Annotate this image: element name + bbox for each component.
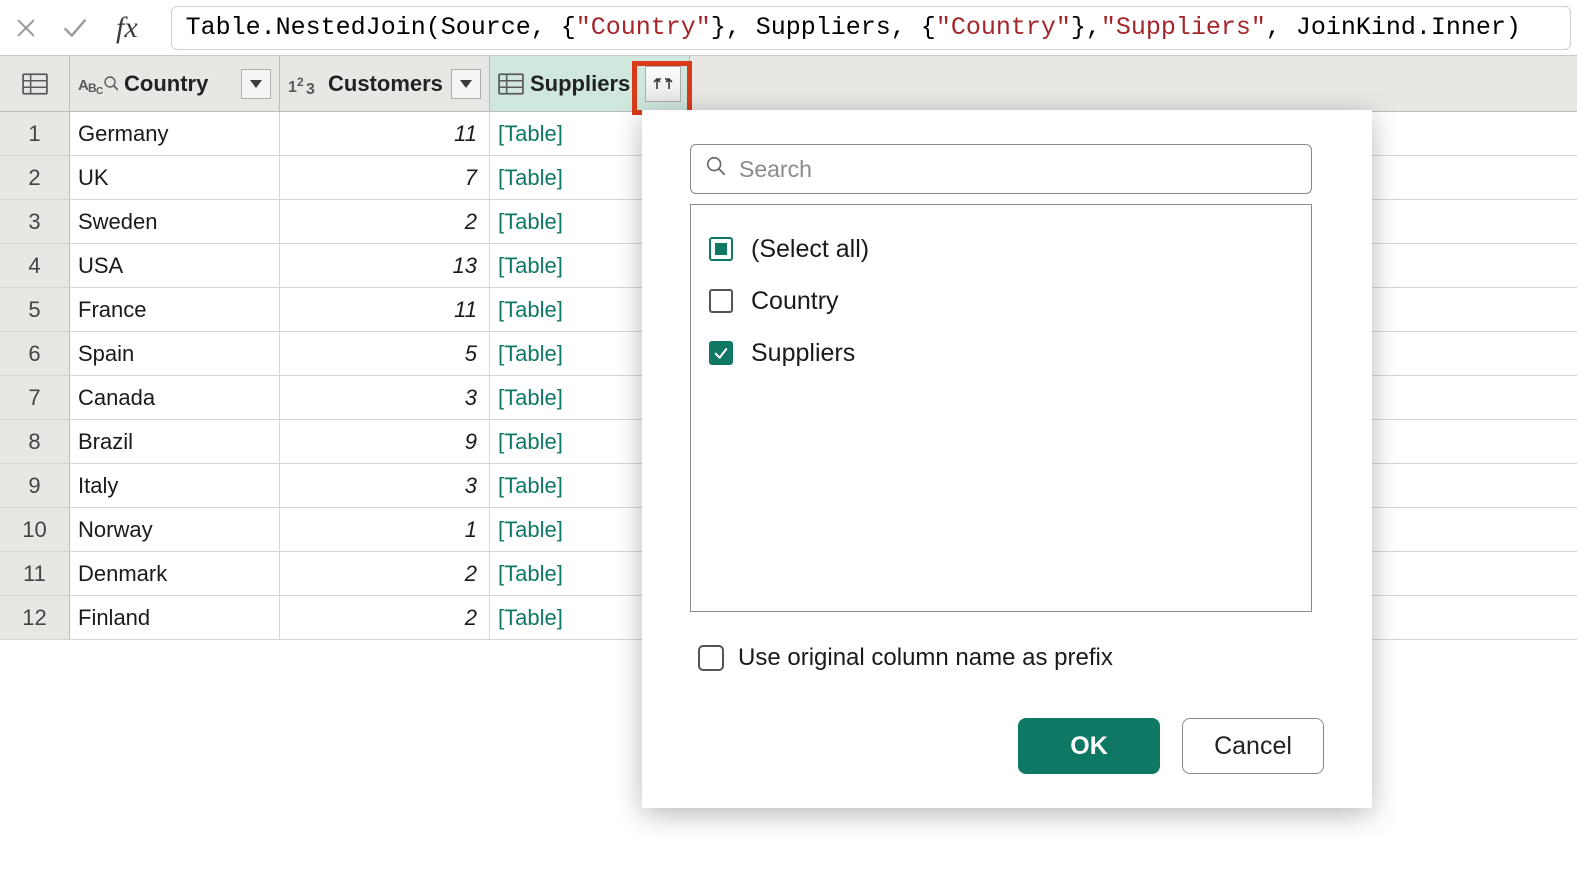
svg-text:1: 1 [288, 79, 297, 96]
formula-part: }, [1071, 13, 1101, 42]
row-index[interactable]: 11 [0, 552, 70, 596]
column-option-suppliers[interactable]: Suppliers [709, 327, 1293, 379]
row-index[interactable]: 8 [0, 420, 70, 464]
country-cell[interactable]: Germany [70, 112, 280, 156]
formula-part: "Country" [936, 13, 1071, 42]
prefix-label: Use original column name as prefix [738, 644, 1113, 672]
expand-column-button[interactable] [645, 66, 681, 102]
country-cell[interactable]: Italy [70, 464, 280, 508]
prefix-checkbox[interactable] [698, 645, 724, 671]
table-type-icon [498, 73, 524, 95]
commit-formula-icon[interactable] [60, 14, 88, 42]
row-index[interactable]: 1 [0, 112, 70, 156]
search-input[interactable] [739, 156, 1297, 183]
prefix-option[interactable]: Use original column name as prefix [698, 644, 1324, 672]
fx-text: fx [116, 11, 138, 44]
country-checkbox[interactable] [709, 289, 733, 313]
country-cell[interactable]: France [70, 288, 280, 332]
customers-cell[interactable]: 2 [280, 552, 490, 596]
country-cell[interactable]: USA [70, 244, 280, 288]
formula-part: Table.NestedJoin(Source, { [186, 13, 576, 42]
country-cell[interactable]: Finland [70, 596, 280, 640]
country-column-header[interactable]: ABC Country [70, 56, 280, 112]
country-cell[interactable]: UK [70, 156, 280, 200]
row-index[interactable]: 3 [0, 200, 70, 244]
text-type-icon: ABC [78, 72, 118, 96]
search-icon [705, 155, 727, 183]
svg-text:3: 3 [306, 81, 315, 96]
row-index[interactable]: 4 [0, 244, 70, 288]
customers-cell[interactable]: 11 [280, 112, 490, 156]
header-trailer [690, 56, 1577, 112]
country-cell[interactable]: Brazil [70, 420, 280, 464]
customers-cell[interactable]: 7 [280, 156, 490, 200]
formula-part: , JoinKind.Inner) [1266, 13, 1521, 42]
suppliers-header-label: Suppliers [530, 71, 645, 97]
row-index[interactable]: 10 [0, 508, 70, 552]
row-index[interactable]: 6 [0, 332, 70, 376]
column-option-country[interactable]: Country [709, 275, 1293, 327]
formula-part: "Suppliers" [1101, 13, 1266, 42]
customers-column-header[interactable]: 123 Customers [280, 56, 490, 112]
column-list: (Select all) Country Suppliers [690, 204, 1312, 612]
select-all-checkbox[interactable] [709, 237, 733, 261]
row-index[interactable]: 7 [0, 376, 70, 420]
customers-cell[interactable]: 11 [280, 288, 490, 332]
country-cell[interactable]: Canada [70, 376, 280, 420]
svg-text:2: 2 [297, 75, 304, 89]
row-index-header[interactable] [0, 56, 70, 112]
customers-cell[interactable]: 13 [280, 244, 490, 288]
formula-bar: fx Table.NestedJoin(Source, { "Country" … [0, 0, 1577, 56]
expand-column-popup: (Select all) Country Suppliers Use origi… [642, 110, 1372, 808]
country-cell[interactable]: Spain [70, 332, 280, 376]
select-all-option[interactable]: (Select all) [709, 223, 1293, 275]
customers-header-label: Customers [328, 71, 451, 97]
cancel-label: Cancel [1214, 732, 1292, 761]
customers-cell[interactable]: 3 [280, 376, 490, 420]
country-option-label: Country [751, 287, 839, 316]
row-index[interactable]: 12 [0, 596, 70, 640]
search-box[interactable] [690, 144, 1312, 194]
number-type-icon: 123 [288, 72, 322, 96]
customers-cell[interactable]: 2 [280, 200, 490, 244]
formula-input[interactable]: Table.NestedJoin(Source, { "Country" }, … [171, 6, 1571, 50]
svg-text:C: C [96, 86, 103, 96]
customers-filter-button[interactable] [451, 69, 481, 99]
ok-label: OK [1070, 732, 1108, 761]
customers-cell[interactable]: 5 [280, 332, 490, 376]
ok-button[interactable]: OK [1018, 718, 1160, 774]
fx-label: fx [108, 11, 147, 45]
suppliers-column-header[interactable]: Suppliers [490, 56, 690, 112]
formula-part: "Country" [576, 13, 711, 42]
country-cell[interactable]: Norway [70, 508, 280, 552]
country-header-label: Country [124, 71, 241, 97]
cancel-formula-icon[interactable] [12, 14, 40, 42]
suppliers-option-label: Suppliers [751, 339, 855, 368]
row-index[interactable]: 2 [0, 156, 70, 200]
suppliers-checkbox[interactable] [709, 341, 733, 365]
cancel-button[interactable]: Cancel [1182, 718, 1324, 774]
country-filter-button[interactable] [241, 69, 271, 99]
customers-cell[interactable]: 1 [280, 508, 490, 552]
popup-buttons: OK Cancel [690, 718, 1324, 774]
country-cell[interactable]: Sweden [70, 200, 280, 244]
row-index[interactable]: 9 [0, 464, 70, 508]
select-all-label: (Select all) [751, 235, 869, 264]
country-cell[interactable]: Denmark [70, 552, 280, 596]
row-index[interactable]: 5 [0, 288, 70, 332]
customers-cell[interactable]: 3 [280, 464, 490, 508]
customers-cell[interactable]: 9 [280, 420, 490, 464]
customers-cell[interactable]: 2 [280, 596, 490, 640]
formula-part: }, Suppliers, { [711, 13, 936, 42]
